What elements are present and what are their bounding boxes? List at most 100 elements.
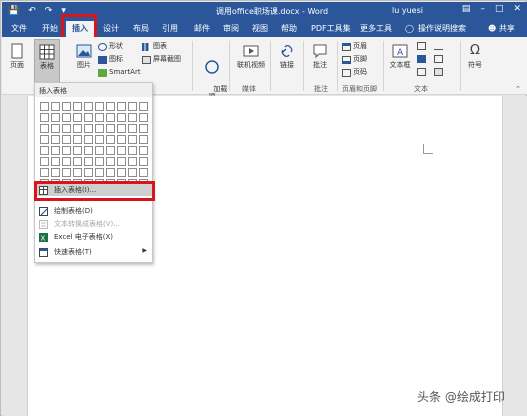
table-grid-cell[interactable] [106, 113, 115, 122]
table-grid-cell[interactable] [62, 146, 71, 155]
table-grid-cell[interactable] [128, 135, 137, 144]
maximize-icon[interactable]: □ [495, 4, 504, 14]
table-grid-cell[interactable] [84, 146, 93, 155]
table-grid-cell[interactable] [84, 157, 93, 166]
footer-button[interactable]: 页脚 [342, 55, 367, 64]
ribbon-display-icon[interactable]: ▤ [462, 4, 471, 14]
table-grid-cell[interactable] [73, 124, 82, 133]
table-grid-cell[interactable] [40, 113, 49, 122]
table-grid-cell[interactable] [95, 124, 104, 133]
table-grid-cell[interactable] [117, 168, 126, 177]
table-grid-cell[interactable] [73, 157, 82, 166]
close-icon[interactable]: ✕ [513, 4, 521, 14]
table-grid-cell[interactable] [117, 157, 126, 166]
table-grid-cell[interactable] [51, 157, 60, 166]
tab-layout[interactable]: 布局 [133, 24, 149, 34]
pictures-button[interactable]: 图片 [72, 43, 96, 69]
table-grid-cell[interactable] [128, 146, 137, 155]
chart-button[interactable]: 图表 [142, 42, 167, 51]
tell-me-search[interactable]: 操作说明搜索 [418, 24, 466, 34]
table-grid-cell[interactable] [128, 113, 137, 122]
tab-home[interactable]: 开始 [42, 24, 58, 34]
table-grid-cell[interactable] [139, 168, 148, 177]
table-grid-cell[interactable] [73, 102, 82, 111]
table-grid-cell[interactable] [40, 102, 49, 111]
table-grid-cell[interactable] [51, 168, 60, 177]
table-grid-cell[interactable] [139, 135, 148, 144]
table-grid-cell[interactable] [40, 146, 49, 155]
drop-cap-button[interactable] [417, 68, 426, 76]
table-grid-cell[interactable] [139, 113, 148, 122]
table-size-grid[interactable] [40, 102, 148, 188]
table-grid-cell[interactable] [117, 113, 126, 122]
text-to-table-menu-item[interactable]: 文本转换成表格(V)... [35, 218, 152, 230]
tab-help[interactable]: 帮助 [281, 24, 297, 34]
table-button[interactable]: 表格 [34, 39, 60, 83]
table-grid-cell[interactable] [84, 168, 93, 177]
table-grid-cell[interactable] [84, 135, 93, 144]
screenshot-button[interactable]: 屏幕截图 [142, 55, 181, 64]
table-grid-cell[interactable] [117, 146, 126, 155]
tab-pdf-tools[interactable]: PDF工具集 [311, 24, 351, 34]
table-grid-cell[interactable] [139, 102, 148, 111]
collapse-ribbon-icon[interactable]: ⌃ [515, 85, 521, 93]
table-grid-cell[interactable] [95, 135, 104, 144]
excel-spreadsheet-menu-item[interactable]: X Excel 电子表格(X) [35, 231, 152, 243]
table-grid-cell[interactable] [106, 135, 115, 144]
table-grid-cell[interactable] [62, 135, 71, 144]
object-button[interactable] [434, 68, 443, 76]
table-grid-cell[interactable] [117, 102, 126, 111]
table-grid-cell[interactable] [128, 168, 137, 177]
page-number-button[interactable]: 页码 [342, 68, 367, 77]
shapes-button[interactable]: 形状 [98, 42, 123, 51]
header-button[interactable]: 页眉 [342, 42, 367, 51]
table-grid-cell[interactable] [62, 113, 71, 122]
user-name[interactable]: lu yuesi [392, 6, 423, 15]
signature-line-button[interactable] [434, 42, 443, 50]
quick-tables-menu-item[interactable]: 快速表格(T) ▶ [35, 246, 152, 258]
table-grid-cell[interactable] [106, 124, 115, 133]
pages-button[interactable]: 页面 [6, 43, 28, 69]
table-grid-cell[interactable] [73, 135, 82, 144]
tab-references[interactable]: 引用 [162, 24, 178, 34]
table-grid-cell[interactable] [40, 157, 49, 166]
minimize-icon[interactable]: – [480, 4, 485, 14]
table-grid-cell[interactable] [73, 146, 82, 155]
tab-more-tools[interactable]: 更多工具 [360, 24, 392, 34]
tab-design[interactable]: 设计 [103, 24, 119, 34]
table-grid-cell[interactable] [95, 146, 104, 155]
table-grid-cell[interactable] [139, 157, 148, 166]
redo-icon[interactable]: ↷ [45, 5, 53, 17]
undo-icon[interactable]: ↶ [28, 5, 36, 17]
table-grid-cell[interactable] [139, 124, 148, 133]
tab-mailings[interactable]: 邮件 [194, 24, 210, 34]
table-grid-cell[interactable] [84, 113, 93, 122]
link-button[interactable]: 链接 [275, 43, 299, 69]
table-grid-cell[interactable] [73, 113, 82, 122]
textbox-button[interactable]: A 文本框 [387, 43, 413, 69]
table-grid-cell[interactable] [40, 168, 49, 177]
table-grid-cell[interactable] [117, 124, 126, 133]
table-grid-cell[interactable] [106, 157, 115, 166]
table-grid-cell[interactable] [51, 146, 60, 155]
table-grid-cell[interactable] [106, 146, 115, 155]
table-grid-cell[interactable] [95, 157, 104, 166]
save-icon[interactable]: 💾 [8, 5, 19, 17]
table-grid-cell[interactable] [106, 102, 115, 111]
icons-button[interactable]: 图标 [98, 55, 123, 64]
comment-button[interactable]: 批注 [308, 43, 332, 69]
table-grid-cell[interactable] [128, 102, 137, 111]
table-grid-cell[interactable] [117, 135, 126, 144]
table-grid-cell[interactable] [51, 124, 60, 133]
table-grid-cell[interactable] [40, 135, 49, 144]
tab-view[interactable]: 视图 [252, 24, 268, 34]
wordart-button[interactable] [417, 55, 426, 63]
table-grid-cell[interactable] [84, 102, 93, 111]
table-grid-cell[interactable] [73, 168, 82, 177]
table-grid-cell[interactable] [62, 157, 71, 166]
table-grid-cell[interactable] [95, 102, 104, 111]
table-grid-cell[interactable] [84, 124, 93, 133]
date-time-button[interactable] [434, 55, 443, 63]
table-grid-cell[interactable] [51, 113, 60, 122]
online-video-button[interactable]: 联机视频 [234, 43, 268, 69]
